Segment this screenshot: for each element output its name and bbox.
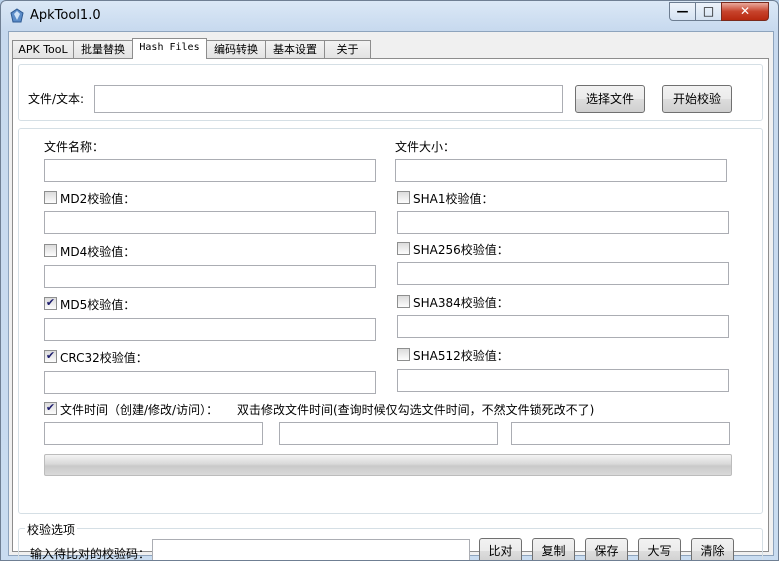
- choose-file-button[interactable]: 选择文件: [575, 85, 645, 113]
- md5-label: MD5校验值：: [60, 298, 136, 312]
- tab-hash-files[interactable]: Hash Files: [132, 38, 207, 59]
- sha1-checkbox[interactable]: [397, 191, 410, 204]
- maximize-button[interactable]: □: [695, 2, 722, 21]
- modified-time-field[interactable]: [279, 422, 498, 445]
- app-window: ApkTool1.0 — □ ✕ APK TooL 批量替换 Hash File…: [0, 0, 779, 561]
- md4-field[interactable]: [44, 265, 376, 288]
- sha384-field[interactable]: [397, 315, 729, 338]
- sha256-label: SHA256校验值：: [413, 243, 509, 257]
- verify-input-label: 输入待比对的校验码：: [30, 547, 151, 561]
- copy-button[interactable]: 复制: [532, 538, 575, 560]
- progress-bar: [44, 454, 732, 476]
- client-area: APK TooL 批量替换 Hash Files 编码转换 基本设置 关于 文件…: [8, 31, 774, 560]
- md2-label: MD2校验值：: [60, 192, 136, 206]
- sha384-checkbox[interactable]: [397, 295, 410, 308]
- file-time-check-mark: ✔: [45, 401, 56, 414]
- sha256-field[interactable]: [397, 262, 729, 285]
- crc32-label: CRC32校验值：: [60, 351, 148, 365]
- md4-checkbox[interactable]: [44, 244, 57, 257]
- sha256-checkbox[interactable]: [397, 242, 410, 255]
- crc32-checkbox[interactable]: ✔: [44, 349, 57, 363]
- compare-button[interactable]: 比对: [479, 538, 522, 560]
- crc32-check-mark: ✔: [45, 349, 56, 362]
- md4-label: MD4校验值：: [60, 245, 136, 259]
- sha512-field[interactable]: [397, 369, 729, 392]
- sha512-checkbox[interactable]: [397, 348, 410, 361]
- window-title: ApkTool1.0: [30, 8, 101, 23]
- close-icon: ✕: [739, 4, 751, 18]
- tab-apk-tool[interactable]: APK TooL: [12, 40, 74, 58]
- file-time-checkbox[interactable]: ✔: [44, 401, 57, 415]
- hash-files-page: 文件/文本: 选择文件 开始校验 文件名称： 文件大小： MD2校验值： MD4…: [12, 58, 769, 560]
- tab-about[interactable]: 关于: [324, 40, 371, 58]
- md5-check-mark: ✔: [45, 296, 56, 309]
- file-time-label: 文件时间（创建/修改/访问）：: [60, 403, 219, 417]
- close-button[interactable]: ✕: [721, 2, 769, 21]
- md2-checkbox[interactable]: [44, 191, 57, 204]
- sha1-label: SHA1校验值：: [413, 192, 494, 206]
- sha384-label: SHA384校验值：: [413, 296, 509, 310]
- verify-group: 校验选项 输入待比对的校验码： 比对 复制 保存 大写 清除: [18, 521, 763, 561]
- file-name-label: 文件名称：: [44, 140, 105, 154]
- md2-field[interactable]: [44, 211, 376, 234]
- uppercase-button[interactable]: 大写: [638, 538, 681, 560]
- file-size-label: 文件大小：: [395, 140, 456, 154]
- crc32-field[interactable]: [44, 371, 376, 394]
- verify-code-input[interactable]: [152, 539, 470, 560]
- tab-settings[interactable]: 基本设置: [265, 40, 325, 58]
- tab-encoding[interactable]: 编码转换: [206, 40, 266, 58]
- minimize-button[interactable]: —: [669, 2, 696, 21]
- verify-group-title: 校验选项: [25, 521, 78, 538]
- tab-batch-replace[interactable]: 批量替换: [73, 40, 133, 58]
- clear-button[interactable]: 清除: [691, 538, 734, 560]
- file-group: 文件/文本: 选择文件 开始校验: [18, 64, 763, 121]
- maximize-icon: □: [702, 4, 715, 18]
- title-bar[interactable]: ApkTool1.0 — □ ✕: [1, 1, 778, 31]
- created-time-field[interactable]: [44, 422, 263, 445]
- md5-checkbox[interactable]: ✔: [44, 296, 57, 310]
- file-text-label: 文件/文本:: [28, 92, 85, 106]
- save-button[interactable]: 保存: [585, 538, 628, 560]
- minimize-icon: —: [676, 4, 689, 18]
- sha1-field[interactable]: [397, 211, 729, 234]
- app-icon: [10, 8, 24, 23]
- file-time-hint: 双击修改文件时间(查询时候仅勾选文件时间，不然文件锁死改不了): [237, 403, 595, 417]
- file-text-input[interactable]: [94, 85, 563, 113]
- file-size-field[interactable]: [395, 159, 727, 182]
- md5-field[interactable]: [44, 318, 376, 341]
- hash-group: 文件名称： 文件大小： MD2校验值： MD4校验值： ✔ MD5校验值： ✔ …: [18, 128, 763, 514]
- file-name-field[interactable]: [44, 159, 376, 182]
- accessed-time-field[interactable]: [511, 422, 730, 445]
- sha512-label: SHA512校验值：: [413, 349, 509, 363]
- start-verify-button[interactable]: 开始校验: [662, 85, 732, 113]
